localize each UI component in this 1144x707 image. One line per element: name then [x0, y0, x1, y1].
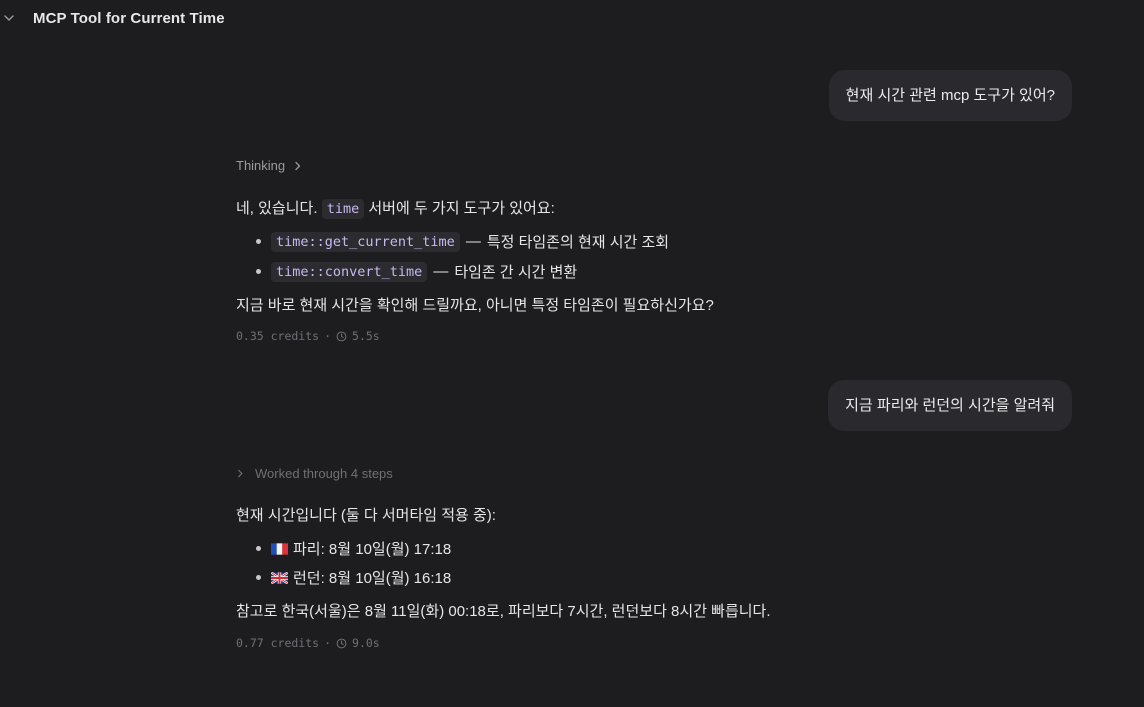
clock-icon — [336, 638, 347, 648]
inline-code: time::convert_time — [271, 261, 428, 282]
list-item: time::convert_time — 타임존 간 시간 변환 — [256, 261, 577, 282]
credits-label: 0.35 credits — [236, 329, 320, 343]
inline-code: time — [321, 199, 365, 219]
assistant-intro: 네, 있습니다. time 서버에 두 가지 도구가 있어요: — [236, 199, 555, 219]
assistant-question: 지금 바로 현재 시간을 확인해 드릴까요, 아니면 특정 타임존이 필요하신가… — [236, 297, 714, 314]
steps-label: Worked through 4 steps — [255, 466, 393, 481]
thinking-label: Thinking — [236, 158, 286, 173]
bullet — [256, 269, 261, 274]
uk-flag-icon — [271, 571, 288, 584]
duration-label: 9.0s — [352, 636, 380, 650]
credits-label: 0.77 credits — [236, 636, 320, 650]
list-item: 파리: 8월 10일(월) 17:18 — [256, 538, 451, 559]
conversation-title: MCP Tool for Current Time — [33, 10, 225, 27]
bullet — [256, 575, 261, 580]
list-item: 런던: 8월 10일(월) 16:18 — [256, 567, 451, 588]
message-meta: 0.77 credits · 9.0s — [236, 636, 380, 650]
steps-toggle[interactable]: Worked through 4 steps — [236, 466, 393, 481]
message-meta: 0.35 credits · 5.5s — [236, 329, 380, 343]
list-item: time::get_current_time — 특정 타임존의 현재 시간 조… — [256, 231, 669, 252]
user-message: 지금 파리와 런던의 시간을 알려줘 — [828, 380, 1072, 431]
user-message: 현재 시간 관련 mcp 도구가 있어? — [828, 70, 1072, 121]
chevron-right-icon — [238, 469, 243, 478]
chevron-down-icon[interactable] — [2, 11, 16, 25]
bullet — [256, 239, 261, 244]
chevron-right-icon — [295, 161, 301, 170]
assistant-intro: 현재 시간입니다 (둘 다 서머타임 적용 중): — [236, 507, 496, 524]
france-flag-icon — [271, 542, 288, 555]
inline-code: time::get_current_time — [271, 231, 460, 252]
thinking-toggle[interactable]: Thinking — [236, 158, 303, 173]
duration-label: 5.5s — [352, 329, 380, 343]
assistant-note: 참고로 한국(서울)은 8월 11일(화) 00:18로, 파리보다 7시간, … — [236, 603, 771, 620]
clock-icon — [336, 331, 347, 341]
bullet — [256, 546, 261, 551]
conversation-header: MCP Tool for Current Time — [0, 0, 1144, 40]
